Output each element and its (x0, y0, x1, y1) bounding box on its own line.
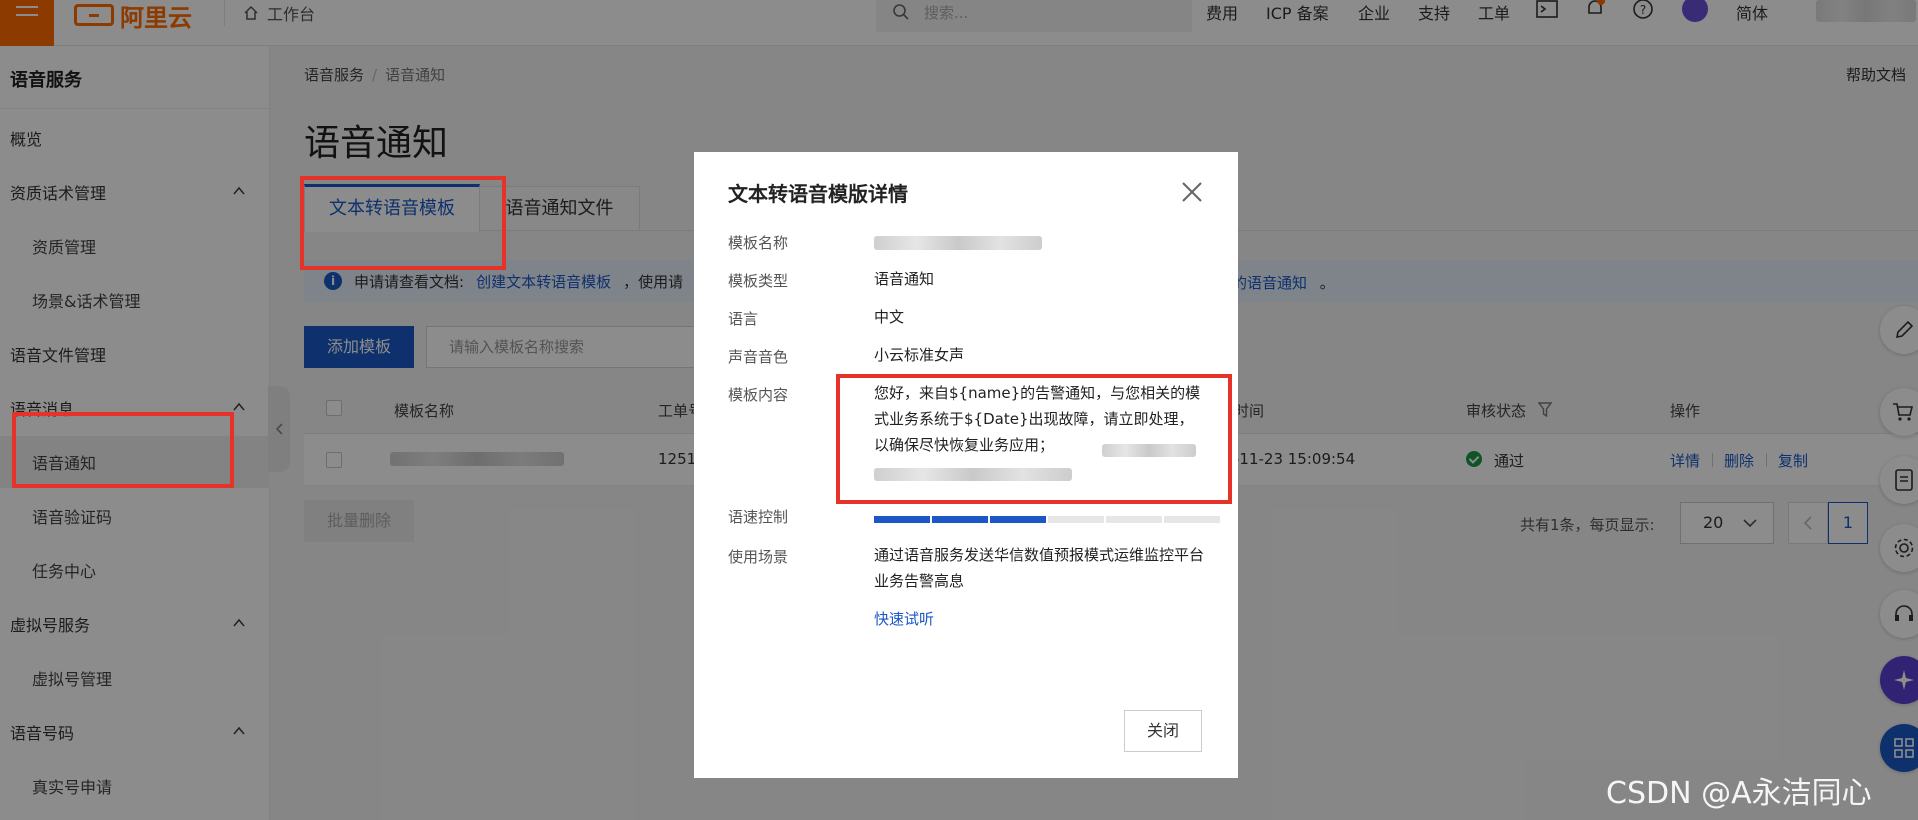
speed-segment (1164, 516, 1220, 523)
field-label-scene: 使用场景 (728, 548, 789, 566)
watermark-text: CSDN @A永洁同心 (1606, 776, 1872, 811)
speed-segment (874, 516, 930, 523)
field-label-voice: 声音音色 (728, 348, 789, 366)
field-label-speed: 语速控制 (728, 508, 789, 526)
modal-title: 文本转语音模版详情 (728, 182, 908, 206)
close-button[interactable]: 关闭 (1124, 710, 1202, 752)
field-label-content: 模板内容 (728, 386, 789, 404)
template-name-blurred (874, 236, 1042, 250)
field-value-type: 语音通知 (874, 270, 935, 288)
quick-listen-link[interactable]: 快速试听 (874, 608, 934, 629)
annotation-box-tab (300, 176, 506, 270)
annotation-box-content (836, 374, 1232, 504)
speed-segment (932, 516, 988, 523)
field-value-language: 中文 (874, 308, 905, 326)
field-label-name: 模板名称 (728, 234, 789, 252)
speed-segment (1048, 516, 1104, 523)
field-label-type: 模板类型 (728, 272, 789, 290)
field-value-scene: 通过语音服务发送华信数值预报模式运维监控平台业务告警高息 (874, 546, 1205, 590)
speed-segment (1106, 516, 1162, 523)
speed-segment (990, 516, 1046, 523)
annotation-box-sidebar (12, 412, 234, 488)
field-value-voice: 小云标准女声 (874, 346, 965, 364)
field-label-language: 语言 (728, 310, 759, 328)
close-icon[interactable] (1180, 180, 1204, 204)
